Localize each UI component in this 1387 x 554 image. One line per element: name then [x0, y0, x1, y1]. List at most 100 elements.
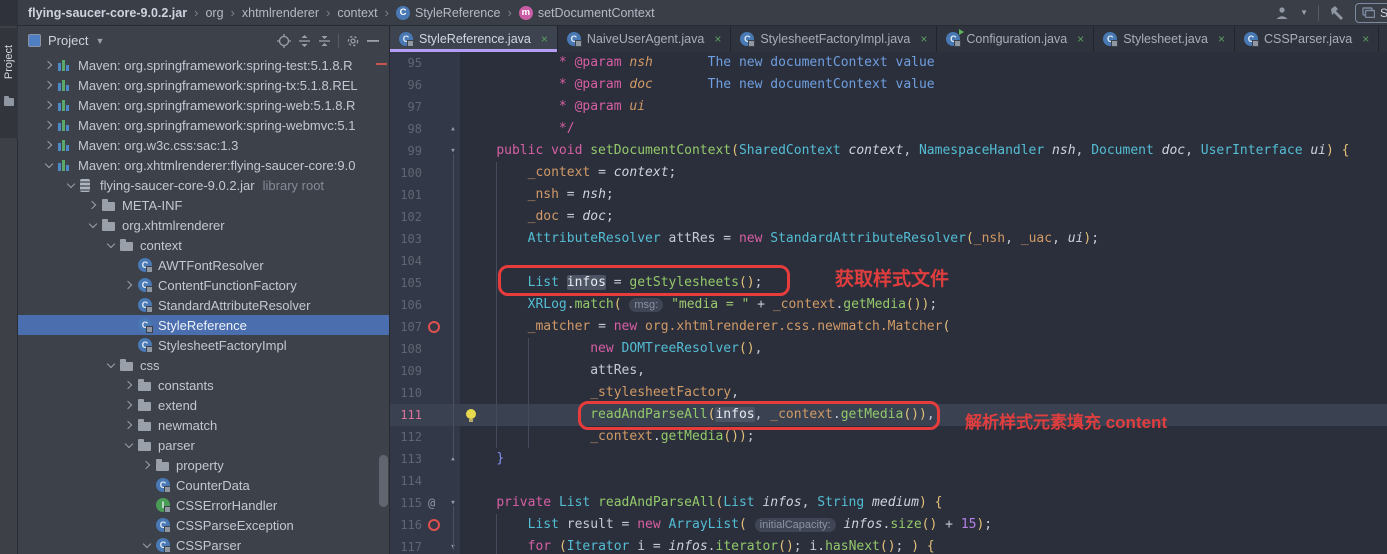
tab-naiveuseragent-java[interactable]: CNaiveUserAgent.java×: [558, 26, 731, 52]
line-number[interactable]: 115: [390, 492, 422, 514]
tab-xhtmlrendere[interactable]: xhtmlrendere: [1379, 26, 1387, 52]
line-number[interactable]: 113: [390, 448, 422, 470]
tree-item-flying-saucer-core-9-0-2-jar[interactable]: flying-saucer-core-9.0.2.jarlibrary root: [18, 175, 390, 195]
line-number[interactable]: 101: [390, 184, 422, 206]
code-line-100[interactable]: 100 _context = context;: [390, 162, 1387, 184]
collapse-all-icon[interactable]: [314, 32, 334, 50]
user-dropdown-caret[interactable]: ▼: [1300, 8, 1308, 17]
line-number[interactable]: 99: [390, 140, 422, 162]
code-line-109[interactable]: 109 attRes,: [390, 360, 1387, 382]
code-line-95[interactable]: 95 * @param nsh The new documentContext …: [390, 52, 1387, 74]
code-line-106[interactable]: 106 XRLog.match( msg: "media = " + _cont…: [390, 294, 1387, 316]
line-number[interactable]: 107: [390, 316, 422, 338]
code-line-97[interactable]: 97 * @param ui: [390, 96, 1387, 118]
line-number[interactable]: 100: [390, 162, 422, 184]
code-line-116[interactable]: 116 List result = new ArrayList( initial…: [390, 514, 1387, 536]
line-number[interactable]: 112: [390, 426, 422, 448]
chevron-expanded-icon[interactable]: [102, 243, 120, 247]
tree-item-parser[interactable]: parser: [18, 435, 390, 455]
user-icon[interactable]: [1274, 5, 1290, 21]
code-line-103[interactable]: 103 AttributeResolver attRes = new Stand…: [390, 228, 1387, 250]
code-line-113[interactable]: 113▴ }: [390, 448, 1387, 470]
tree-item-maven-org-springframework-spring-web-5-1[interactable]: Maven: org.springframework:spring-web:5.…: [18, 95, 390, 115]
code-line-98[interactable]: 98▴ */: [390, 118, 1387, 140]
code-line-102[interactable]: 102 _doc = doc;: [390, 206, 1387, 228]
line-number[interactable]: 105: [390, 272, 422, 294]
line-number[interactable]: 102: [390, 206, 422, 228]
tab-stylereference-java[interactable]: CStyleReference.java×: [390, 26, 558, 52]
tree-item-maven-org-w3c-css-sac-1-3[interactable]: Maven: org.w3c.css:sac:1.3: [18, 135, 390, 155]
tree-item-property[interactable]: property: [18, 455, 390, 475]
tree-item-maven-org-springframework-spring-webmvc-[interactable]: Maven: org.springframework:spring-webmvc…: [18, 115, 390, 135]
chevron-collapsed-icon[interactable]: [40, 122, 58, 128]
chevron-expanded-icon[interactable]: [84, 223, 102, 227]
close-icon[interactable]: ×: [920, 32, 927, 46]
chevron-expanded-icon[interactable]: [62, 183, 80, 187]
chevron-collapsed-icon[interactable]: [40, 62, 58, 68]
chevron-collapsed-icon[interactable]: [84, 202, 102, 208]
tree-item-counterdata[interactable]: CCounterData: [18, 475, 390, 495]
chevron-down-icon[interactable]: ▼: [95, 36, 104, 46]
line-number[interactable]: 98: [390, 118, 422, 140]
code-line-108[interactable]: 108 new DOMTreeResolver(),: [390, 338, 1387, 360]
line-number[interactable]: 108: [390, 338, 422, 360]
locate-icon[interactable]: [274, 32, 294, 50]
tree-item-context[interactable]: context: [18, 235, 390, 255]
tree-item-standardattributeresolver[interactable]: CStandardAttributeResolver: [18, 295, 390, 315]
project-stripe-button[interactable]: Project: [0, 28, 18, 138]
close-icon[interactable]: ×: [1077, 32, 1084, 46]
code-line-117[interactable]: 117▾ for (Iterator i = infos.iterator();…: [390, 536, 1387, 554]
breadcrumb-item[interactable]: msetDocumentContext: [519, 6, 655, 20]
chevron-expanded-icon[interactable]: [102, 363, 120, 367]
close-icon[interactable]: ×: [541, 32, 548, 46]
tree-item-extend[interactable]: extend: [18, 395, 390, 415]
tree-item-contentfunctionfactory[interactable]: CContentFunctionFactory: [18, 275, 390, 295]
code-line-114[interactable]: 114: [390, 470, 1387, 492]
chevron-collapsed-icon[interactable]: [120, 382, 138, 388]
tree-item-meta-inf[interactable]: META-INF: [18, 195, 390, 215]
line-number[interactable]: 95: [390, 52, 422, 74]
tree-item-stylesheetfactoryimpl[interactable]: CStylesheetFactoryImpl: [18, 335, 390, 355]
tree-item-maven-org-xhtmlrenderer-flying-saucer-co[interactable]: Maven: org.xhtmlrenderer:flying-saucer-c…: [18, 155, 390, 175]
tab-stylesheet-java[interactable]: CStylesheet.java×: [1094, 26, 1235, 52]
tree-item-cssparseexception[interactable]: CCSSParseException: [18, 515, 390, 535]
tree-item-newmatch[interactable]: newmatch: [18, 415, 390, 435]
tree-item-maven-org-springframework-spring-test-5-[interactable]: Maven: org.springframework:spring-test:5…: [18, 55, 390, 75]
close-icon[interactable]: ×: [1362, 32, 1369, 46]
tree-item-stylereference[interactable]: CStyleReference: [18, 315, 390, 335]
panel-scrollbar[interactable]: [379, 455, 388, 507]
code-line-115[interactable]: 115@▾ private List readAndParseAll(List …: [390, 492, 1387, 514]
code-line-96[interactable]: 96 * @param doc The new documentContext …: [390, 74, 1387, 96]
line-number[interactable]: 110: [390, 382, 422, 404]
tree-item-constants[interactable]: constants: [18, 375, 390, 395]
chevron-collapsed-icon[interactable]: [120, 422, 138, 428]
tree-item-cssparser[interactable]: CCSSParser: [18, 535, 390, 554]
run-configuration-selector[interactable]: S: [1355, 3, 1387, 23]
code-line-101[interactable]: 101 _nsh = nsh;: [390, 184, 1387, 206]
tree-item-awtfontresolver[interactable]: CAWTFontResolver: [18, 255, 390, 275]
expand-all-icon[interactable]: [294, 32, 314, 50]
hide-panel-icon[interactable]: [363, 32, 383, 50]
chevron-collapsed-icon[interactable]: [40, 102, 58, 108]
tree-item-csserrorhandler[interactable]: ICSSErrorHandler: [18, 495, 390, 515]
tree-item-maven-org-springframework-spring-tx-5-1-[interactable]: Maven: org.springframework:spring-tx:5.1…: [18, 75, 390, 95]
line-number[interactable]: 114: [390, 470, 422, 492]
close-icon[interactable]: ×: [714, 32, 721, 46]
close-icon[interactable]: ×: [1218, 32, 1225, 46]
chevron-expanded-icon[interactable]: [120, 443, 138, 447]
line-number[interactable]: 97: [390, 96, 422, 118]
chevron-collapsed-icon[interactable]: [40, 82, 58, 88]
line-number[interactable]: 117: [390, 536, 422, 554]
breakpoint-icon[interactable]: [428, 321, 440, 333]
tab-cssparser-java[interactable]: CCSSParser.java×: [1235, 26, 1379, 52]
breadcrumb-item[interactable]: context: [337, 6, 377, 20]
tab-stylesheetfactoryimpl-java[interactable]: CStylesheetFactoryImpl.java×: [731, 26, 937, 52]
code-line-107[interactable]: 107 _matcher = new org.xhtmlrenderer.css…: [390, 316, 1387, 338]
settings-icon[interactable]: [343, 32, 363, 50]
tab-configuration-java[interactable]: CConfiguration.java×: [937, 26, 1094, 52]
chevron-collapsed-icon[interactable]: [120, 282, 138, 288]
fold-marker-icon[interactable]: ▴: [447, 118, 459, 140]
line-number[interactable]: 104: [390, 250, 422, 272]
line-number[interactable]: 111: [390, 404, 422, 426]
code-line-99[interactable]: 99▾ public void setDocumentContext(Share…: [390, 140, 1387, 162]
